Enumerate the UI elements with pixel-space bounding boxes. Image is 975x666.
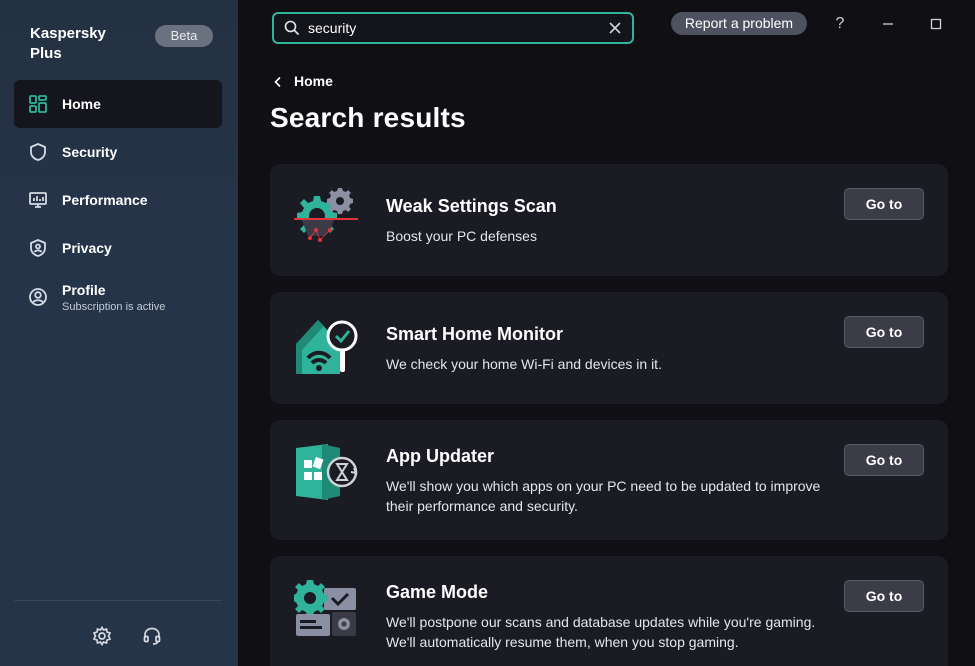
app-updater-icon (294, 442, 360, 508)
monitor-icon (28, 190, 48, 210)
result-title: Weak Settings Scan (386, 196, 557, 216)
sidebar-item-privacy[interactable]: Privacy (14, 224, 222, 272)
result-title: Smart Home Monitor (386, 324, 564, 344)
goto-button[interactable]: Go to (844, 316, 924, 348)
sidebar-item-home[interactable]: Home (14, 80, 222, 128)
result-card-game-mode: Game Mode We'll postpone our scans and d… (270, 556, 948, 666)
sidebar-footer (92, 626, 162, 646)
result-description: We'll postpone our scans and database up… (386, 614, 816, 650)
smart-home-icon (294, 316, 360, 382)
result-title: App Updater (386, 446, 494, 466)
headset-icon[interactable] (142, 626, 162, 646)
help-button[interactable]: ? (830, 14, 850, 34)
goto-button[interactable]: Go to (844, 580, 924, 612)
result-description: Boost your PC defenses (386, 228, 537, 244)
maximize-button[interactable] (926, 14, 946, 34)
search-input[interactable] (308, 20, 588, 36)
result-title: Game Mode (386, 582, 489, 602)
sidebar-item-label: Performance (62, 192, 148, 208)
profile-icon (28, 287, 48, 307)
sidebar-nav: Home Security Performance Privacy Profil… (14, 80, 222, 322)
breadcrumb[interactable]: Home (272, 73, 333, 89)
minimize-button[interactable] (878, 14, 898, 34)
result-description: We'll show you which apps on your PC nee… (386, 478, 821, 514)
clear-search-icon[interactable] (608, 21, 622, 35)
result-card-app-updater: App Updater We'll show you which apps on… (270, 420, 948, 540)
grid-icon (28, 94, 48, 114)
gear-icon[interactable] (92, 626, 112, 646)
sidebar: Kaspersky Plus Beta Home Security Perfor… (0, 0, 238, 666)
sidebar-item-label: Profile (62, 281, 106, 298)
result-card-weak-settings-scan: Weak Settings Scan Boost your PC defense… (270, 164, 948, 276)
chevron-left-icon (272, 75, 284, 88)
sidebar-item-performance[interactable]: Performance (14, 176, 222, 224)
result-card-smart-home-monitor: Smart Home Monitor We check your home Wi… (270, 292, 948, 404)
breadcrumb-home: Home (294, 73, 333, 89)
goto-button[interactable]: Go to (844, 444, 924, 476)
gear-scan-icon (294, 186, 360, 252)
sidebar-item-label: Home (62, 96, 101, 112)
search-box (272, 12, 634, 44)
sidebar-item-label: Security (62, 144, 118, 160)
privacy-shield-icon (28, 238, 48, 258)
shield-icon (28, 142, 48, 162)
sidebar-item-security[interactable]: Security (14, 128, 222, 176)
page-title: Search results (270, 102, 466, 133)
sidebar-divider (14, 600, 222, 601)
subscription-status: Subscription is active (62, 300, 166, 313)
result-description: We check your home Wi-Fi and devices in … (386, 356, 662, 372)
goto-button[interactable]: Go to (844, 188, 924, 220)
report-problem-button[interactable]: Report a problem (671, 12, 807, 35)
app-name: Kaspersky Plus (30, 25, 106, 62)
sidebar-item-label: Privacy (62, 240, 112, 256)
game-mode-icon (292, 578, 360, 644)
sidebar-item-profile[interactable]: Profile Subscription is active (14, 272, 222, 322)
beta-badge: Beta (155, 25, 213, 47)
search-icon (284, 20, 300, 36)
